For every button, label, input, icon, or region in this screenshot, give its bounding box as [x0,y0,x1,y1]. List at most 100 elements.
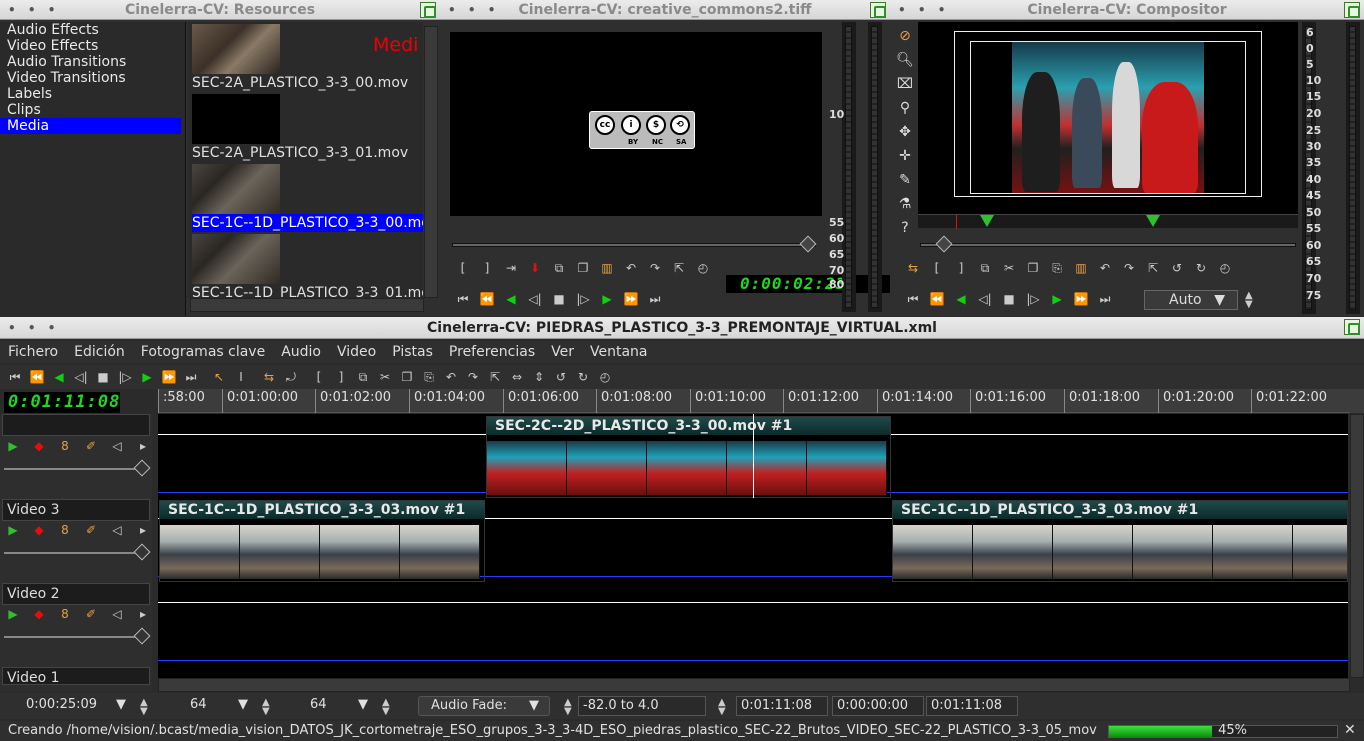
zoom-spinner-icon[interactable]: ▲ ▼ [262,698,270,717]
fade-slider-knob[interactable] [133,459,151,477]
labels-icon[interactable]: ▥ [1070,258,1092,278]
goto-icon[interactable]: ⇱ [484,367,506,387]
rewind-start-icon[interactable]: ⏮ [902,289,924,309]
timeline-hscrollbar[interactable] [158,678,1350,692]
mask-icon[interactable]: ⌧ [893,72,917,96]
reverse-play-icon[interactable]: ◀ [500,289,522,309]
amp-zoom-field[interactable]: 64 ▼ [186,696,252,716]
gang-icon[interactable]: 8 [56,438,74,454]
window-menu-dots[interactable]: • • • [8,317,59,339]
timer-icon[interactable]: ◴ [1214,258,1236,278]
timeline-edit[interactable]: SEC-2C--2D_PLASTICO_3-3_00.mov #1 [486,416,891,498]
to-clip-icon[interactable]: ⧉ [974,258,996,278]
end-icon[interactable]: ⏭ [644,289,666,309]
undo-icon[interactable]: ↺ [550,367,572,387]
viewer-slider-track[interactable] [452,243,816,247]
frame-forward-icon[interactable]: |▷ [1022,289,1044,309]
next-label-icon[interactable]: ↷ [462,367,484,387]
folder-video-transitions[interactable]: Video Transitions [0,70,185,86]
timer-icon[interactable]: ◴ [692,258,714,278]
ibeam-tool-icon[interactable]: I [230,367,252,387]
fit-icon[interactable]: ⇔ [506,367,528,387]
rewind-start-icon[interactable]: ⏮ [452,289,474,309]
move-projector-icon[interactable]: ✛ [893,144,917,168]
move-camera-icon[interactable]: ✥ [893,120,917,144]
zoom-spinner-icon[interactable]: ▲ ▼ [564,698,572,717]
label-toggle-icon[interactable]: ⇆ [258,367,280,387]
timeline-edit[interactable]: SEC-1C--1D_PLASTICO_3-3_03.mov #1 [892,500,1348,582]
end-icon[interactable]: ⏭ [180,367,202,387]
menu-ver[interactable]: Ver [543,344,582,360]
frame-back-icon[interactable]: ◁| [524,289,546,309]
expand-icon[interactable]: ▸ [134,522,152,538]
in-point-icon[interactable]: [ [452,258,474,278]
timeline-ruler[interactable]: :58:00 0:01:00:00 0:01:02:00 0:01:04:00 … [158,389,1350,413]
out-marker-icon[interactable] [1146,215,1160,227]
menu-edicion[interactable]: Edición [66,344,133,360]
copy-icon[interactable]: ❐ [1022,258,1044,278]
cancel-icon[interactable]: ✕ [1344,722,1356,738]
play-icon[interactable]: ▶ [596,289,618,309]
sample-zoom-field[interactable]: 0:00:25:09 ▼ [22,696,130,716]
fade-slider[interactable] [4,552,148,554]
play-track-icon[interactable]: ▶ [4,438,22,454]
ruler-icon[interactable]: ⚲ [893,96,917,120]
folder-audio-effects[interactable]: Audio Effects [0,22,185,38]
selection-length-field[interactable]: 0:00:00:00 [832,696,924,716]
prev-label-icon[interactable]: ↶ [620,258,642,278]
in-point-icon[interactable]: [ [308,367,330,387]
rewind-start-icon[interactable]: ⏮ [4,367,26,387]
to-clip-icon[interactable]: ⧉ [548,258,570,278]
menu-audio[interactable]: Audio [273,344,329,360]
draw-icon[interactable]: ✐ [82,438,100,454]
stop-icon[interactable]: ■ [548,289,570,309]
fade-slider[interactable] [4,636,148,638]
media-item[interactable]: SEC-2A_PLASTICO_3-3_01.mov [192,94,423,162]
track-name-field[interactable]: Video 3 [2,499,150,521]
gang-icon[interactable]: 8 [56,522,74,538]
window-menu-dots[interactable]: • • • [898,0,949,20]
fast-reverse-icon[interactable]: ⏪ [26,367,48,387]
keyframe-icon[interactable]: ⤾ [280,367,302,387]
cut-icon[interactable]: ✂ [374,367,396,387]
goto-icon[interactable]: ⇱ [668,258,690,278]
menu-fotogramas-clave[interactable]: Fotogramas clave [133,344,273,360]
reverse-play-icon[interactable]: ◀ [48,367,70,387]
expand-icon[interactable]: ▸ [134,438,152,454]
window-menu-dots[interactable]: • • • [8,0,59,20]
media-scrollbar[interactable] [424,26,438,298]
zoom-spinner-icon[interactable]: ▲ ▼ [1245,291,1253,310]
expand-icon[interactable]: ▸ [134,606,152,622]
fast-forward-icon[interactable]: ⏩ [158,367,180,387]
menu-pistas[interactable]: Pistas [384,344,441,360]
fade-slider-knob[interactable] [133,627,151,645]
selection-start-field[interactable]: 0:01:11:08 [736,696,828,716]
mute-icon[interactable]: ◁ [108,522,126,538]
track-name-field[interactable]: Video 1 [2,667,150,685]
menu-preferencias[interactable]: Preferencias [441,344,543,360]
paste-icon[interactable]: ⎘ [418,367,440,387]
frame-back-icon[interactable]: ◁| [70,367,92,387]
goto-icon[interactable]: ⇱ [1142,258,1164,278]
folder-audio-transitions[interactable]: Audio Transitions [0,54,185,70]
menu-fichero[interactable]: Fichero [0,344,66,360]
fit-vertical-icon[interactable]: ⇕ [528,367,550,387]
play-track-icon[interactable]: ▶ [4,606,22,622]
arrow-tool-icon[interactable]: ↖ [208,367,230,387]
redo-icon[interactable]: ↻ [572,367,594,387]
help-icon[interactable]: ? [893,216,917,240]
next-label-icon[interactable]: ↷ [644,258,666,278]
media-item-selected[interactable]: SEC-1C--1D_PLASTICO_3-3_00.mov [192,164,423,232]
frame-back-icon[interactable]: ◁| [974,289,996,309]
draw-icon[interactable]: ✐ [82,522,100,538]
track-name-field[interactable] [2,414,150,436]
compositor-timebar[interactable] [918,214,1298,229]
record-icon[interactable]: ◆ [30,438,48,454]
zoom-spinner-icon[interactable]: ▲ ▼ [718,698,726,717]
label-icon[interactable]: ▥ [596,258,618,278]
media-item[interactable]: SEC-1C--1D_PLASTICO_3-3_01.mov [192,234,423,298]
folder-media[interactable]: Media [0,118,181,134]
redo-icon[interactable]: ↻ [1190,258,1212,278]
stop-icon[interactable]: ■ [998,289,1020,309]
zoom-select[interactable]: Auto ▼ [1144,290,1238,310]
